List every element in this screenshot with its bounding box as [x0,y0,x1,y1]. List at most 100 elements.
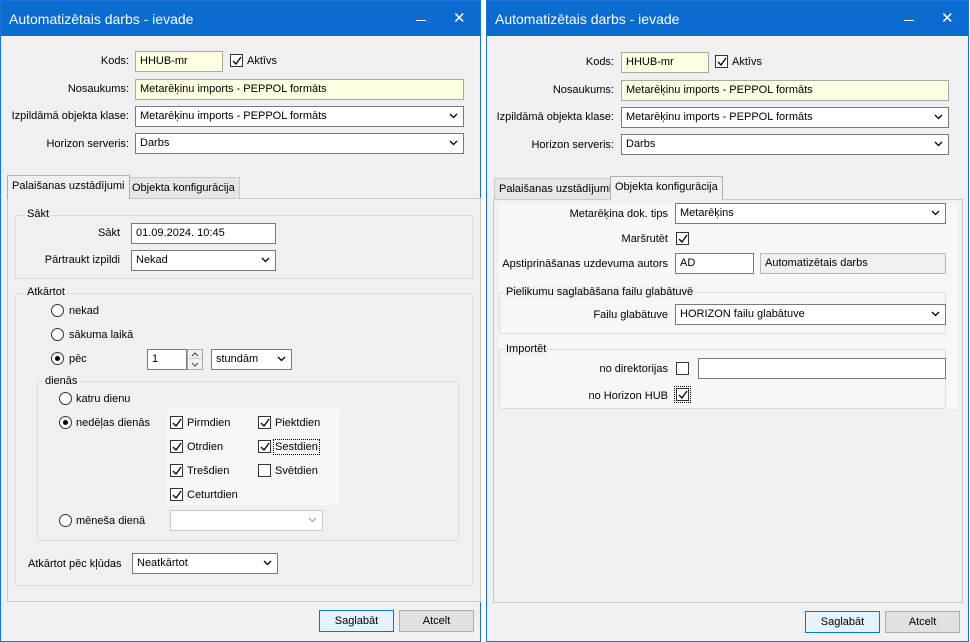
chevron-down-icon [931,208,940,216]
nosaukums-label: Nosaukums: [67,83,129,95]
chevron-down-icon [261,255,270,263]
autors-label: Apstiprināšanas uzdevuma autors [502,258,668,270]
left-close-button[interactable]: ✕ [446,7,472,29]
minimize-icon [904,20,914,21]
spin-down-icon[interactable] [188,360,202,369]
dok-tips-label: Metarēķina dok. tips [569,208,668,220]
save-button[interactable]: Saglabāt [805,611,880,633]
right-close-button[interactable]: ✕ [934,7,960,29]
kods-input[interactable]: HHUB-mr [135,51,223,72]
no-horizon-hub-label: no Horizon HUB [588,390,668,402]
serveris-select-value: Darbs [626,138,656,150]
pec-unit-select[interactable]: stundām [211,349,292,370]
no-direktorijas-input[interactable] [698,358,946,379]
radio-menesa-diena-label: mēneša dienā [76,515,146,527]
checkmark-icon [717,57,727,67]
close-icon: ✕ [941,10,954,27]
right-minimize-button[interactable] [896,7,922,29]
glabatuve-select[interactable]: HORIZON failu glabātuve [675,304,946,325]
aktivs-checkbox[interactable] [230,54,243,67]
tab-palaisanas[interactable]: Palaišanas uzstādījumi [7,175,130,199]
autors-name-field: Automatizētais darbs [760,253,946,274]
radio-pec[interactable] [51,352,64,365]
pielikumu-group-title: Pielikumu saglabāšana failu glabātuvē [504,286,696,298]
chevron-down-icon [934,139,943,147]
autors-code-input[interactable]: AD [675,253,754,274]
atkartot-group-title: Atkārtot [25,286,67,298]
kods-label: Kods: [100,55,129,67]
aktivs-label: Aktīvs [247,55,277,67]
checkbox-pirmdien-label: Pirmdien [187,417,231,429]
klase-select[interactable]: Metarēķinu imports - PEPPOL formāts [135,106,464,127]
no-horizon-hub-checkbox[interactable] [674,386,691,403]
marsrutet-checkbox[interactable] [676,232,689,245]
no-direktorijas-label: no direktorijas [599,363,668,375]
radio-katru-dienu-label: katru dienu [76,393,131,405]
checkbox-svetdien-label: Svētdien [275,465,318,477]
nosaukums-input[interactable]: Metarēķinu imports - PEPPOL formāts [621,80,949,101]
nosaukums-input[interactable]: Metarēķinu imports - PEPPOL formāts [135,79,464,100]
dienas-group-title: dienās [43,375,80,387]
right-window-title: Automatizētais darbs - ievade [495,11,680,27]
kods-input[interactable]: HHUB-mr [621,52,709,73]
dok-tips-select[interactable]: Metarēķins [675,203,946,224]
importet-group-title: Importēt [504,343,549,355]
klase-select[interactable]: Metarēķinu imports - PEPPOL formāts [621,107,949,128]
radio-sakuma-laika[interactable] [51,328,64,341]
serveris-label: Horizon serveris: [531,139,614,151]
radio-nekad-label: nekad [69,305,99,317]
left-title-bar[interactable]: Automatizētais darbs - ievade ✕ [1,1,480,36]
serveris-label: Horizon serveris: [46,138,129,150]
checkbox-svetdien[interactable] [258,464,271,477]
kluda-select[interactable]: Neatkārtot [132,553,278,574]
aktivs-checkbox[interactable] [715,55,728,68]
kods-label: Kods: [585,56,614,68]
radio-menesa-diena[interactable] [59,514,72,527]
chevron-down-icon [449,138,458,146]
checkbox-pirmdien[interactable] [170,416,183,429]
radio-nekad[interactable] [51,304,64,317]
cancel-button[interactable]: Atcelt [399,610,474,632]
checkbox-piektdien[interactable] [258,416,271,429]
pec-spinner[interactable] [187,349,203,370]
kluda-label: Atkārtot pēc kļūdas [28,558,122,570]
nosaukums-label: Nosaukums: [552,84,614,96]
checkbox-tresdien-label: Trešdien [187,465,230,477]
close-icon: ✕ [453,10,466,27]
checkbox-sestdien[interactable] [258,440,271,453]
minimize-icon [416,20,426,21]
pec-number-input[interactable]: 1 [147,349,187,370]
spin-up-icon[interactable] [188,350,202,359]
cancel-button[interactable]: Atcelt [885,611,960,633]
checkbox-ceturtdien-label: Ceturtdien [187,489,238,501]
radio-nedelas-dienas[interactable] [59,416,72,429]
chevron-down-icon [277,354,286,362]
klase-select-value: Metarēķinu imports - PEPPOL formāts [626,111,813,123]
checkbox-tresdien[interactable] [170,464,183,477]
chevron-down-icon [263,558,272,566]
checkbox-otrdien-label: Otrdien [187,441,224,453]
serveris-select[interactable]: Darbs [621,134,949,155]
aktivs-label: Aktīvs [732,56,762,68]
chevron-down-icon [449,111,458,119]
tab-objekta-konfiguracija[interactable]: Objekta konfigurācija [127,177,240,199]
left-window-title: Automatizētais darbs - ievade [9,11,194,27]
tab-palaisanas[interactable]: Palaišanas uzstādījumi [494,178,617,200]
dok-tips-value: Metarēķins [680,207,734,219]
sakt-group-title: Sākt [25,208,52,220]
no-direktorijas-checkbox[interactable] [676,362,689,375]
glabatuve-value: HORIZON failu glabātuve [680,308,805,320]
checkbox-ceturtdien[interactable] [170,488,183,501]
checkbox-otrdien[interactable] [170,440,183,453]
serveris-select[interactable]: Darbs [135,133,464,154]
radio-katru-dienu[interactable] [59,392,72,405]
glabatuve-label: Failu glabātuve [593,309,668,321]
left-minimize-button[interactable] [408,7,434,29]
save-button[interactable]: Saglabāt [319,610,394,632]
tab-objekta-konfiguracija[interactable]: Objekta konfigurācija [610,176,723,200]
right-title-bar[interactable]: Automatizētais darbs - ievade ✕ [487,1,968,36]
klase-label: Izpildāmā objekta klase: [11,110,129,122]
menesa-diena-select[interactable] [170,510,323,531]
sakt-datetime-input[interactable]: 01.09.2024. 10:45 [131,223,276,244]
partraukt-select[interactable]: Nekad [131,250,276,271]
